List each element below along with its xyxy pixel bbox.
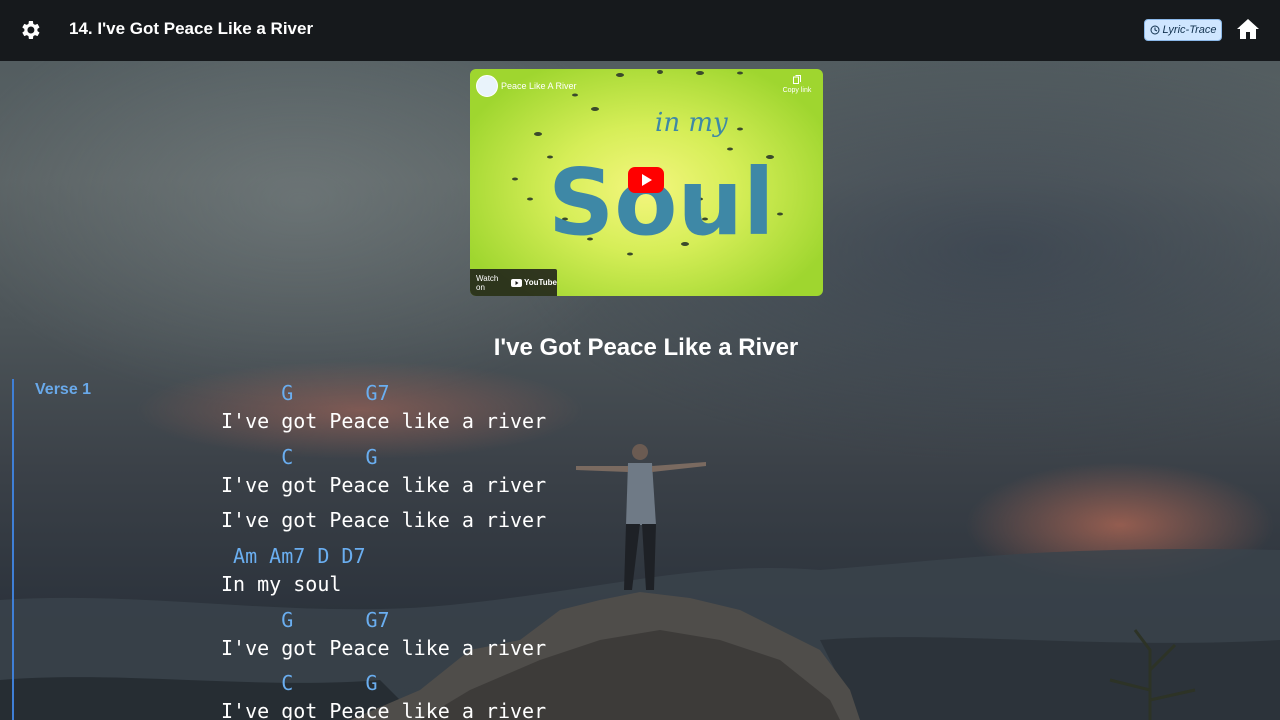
youtube-play-icon[interactable] bbox=[628, 167, 664, 193]
copy-link-button[interactable]: Copy link bbox=[781, 75, 813, 94]
svg-text:in my: in my bbox=[655, 108, 728, 138]
copy-icon bbox=[793, 75, 801, 84]
song-title: I've Got Peace Like a River bbox=[493, 334, 799, 361]
lyric-line: I've got Peace like a river bbox=[221, 636, 547, 660]
youtube-logo-icon bbox=[510, 278, 522, 287]
lyric-line: I've got Peace like a river bbox=[221, 409, 547, 433]
watch-on-label: Watch on bbox=[476, 273, 499, 292]
lyric-line: I've got Peace like a river bbox=[221, 508, 547, 532]
youtube-label: YouTube bbox=[523, 278, 557, 287]
svg-text:Soul: Soul bbox=[548, 149, 775, 256]
lyric-line: In my soul bbox=[221, 572, 342, 596]
chord-line: G G7 bbox=[221, 381, 390, 405]
verse-accent-bar bbox=[12, 379, 14, 720]
chord-line: Am Am7 D D7 bbox=[221, 544, 366, 568]
tree-silhouette bbox=[1109, 629, 1196, 720]
channel-avatar[interactable] bbox=[476, 75, 498, 97]
chord-line: G G7 bbox=[221, 608, 390, 632]
person-silhouette bbox=[576, 444, 706, 590]
home-icon[interactable] bbox=[1236, 17, 1260, 41]
lyric-trace-icon bbox=[1150, 25, 1159, 35]
lyric-line: I've got Peace like a river bbox=[221, 699, 547, 720]
chord-line: C G bbox=[221, 671, 378, 695]
watch-on-youtube-button[interactable]: Watch on YouTube bbox=[470, 269, 557, 296]
top-bar: 14. I've Got Peace Like a River Lyric-Tr… bbox=[0, 0, 1280, 61]
chord-line: C G bbox=[221, 445, 378, 469]
video-title[interactable]: Peace Like A River bbox=[501, 81, 577, 91]
gear-icon[interactable] bbox=[18, 18, 42, 42]
video-embed[interactable]: in my Soul Peace Like A River Copy link … bbox=[470, 69, 823, 296]
verse-label: Verse 1 bbox=[35, 381, 92, 398]
lyric-line: I've got Peace like a river bbox=[221, 473, 547, 497]
copy-link-label: Copy link bbox=[782, 87, 812, 94]
lyric-trace-button[interactable]: Lyric-Trace bbox=[1144, 19, 1222, 41]
youtube-logo: YouTube bbox=[510, 278, 557, 287]
page-title: 14. I've Got Peace Like a River bbox=[69, 19, 314, 38]
lyric-trace-label: Lyric-Trace bbox=[1162, 24, 1217, 36]
